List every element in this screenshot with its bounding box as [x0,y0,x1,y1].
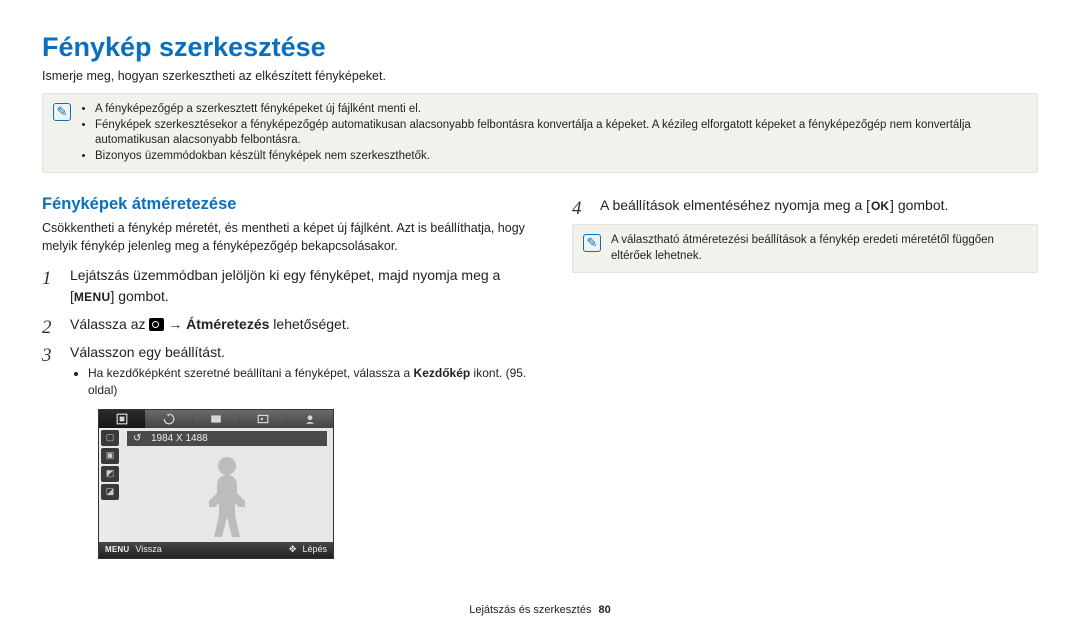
camera-tab-resize [99,410,145,428]
camera-footer: MENU Vissza ✥ Lépés [99,542,333,558]
top-note-item: Fényképek szerkesztésekor a fényképezőgé… [95,118,1027,149]
camera-top-tabs [99,410,333,428]
camera-tab-face [287,410,333,428]
person-silhouette-icon [197,452,257,542]
right-note-content: A választható átméretezési beállítások a… [611,233,1027,264]
step2-text-b: lehetőséget. [269,316,349,332]
side-icon-3: ◩ [101,466,119,482]
camera-canvas: 1984 X 1488 [121,428,333,542]
top-note-box: ✎ A fényképezőgép a szerkesztett fénykép… [42,93,1038,173]
top-note-item: A fényképezőgép a szerkesztett fényképek… [95,102,1027,118]
note-icon: ✎ [583,234,601,252]
step-3: Válasszon egy beállítást. Ha kezdőképkén… [42,342,532,559]
section-desc: Csökkentheti a fénykép méretét, és menth… [42,220,532,255]
side-icon-2: ▣ [101,448,119,464]
footer-section: Lejátszás és szerkesztés [469,604,591,616]
ok-glyph: OK [870,199,890,213]
step-2: Válassza az → Átméretezés lehetőséget. [42,314,532,335]
camera-tab-adjust [240,410,286,428]
camera-preview: ▢ ▣ ◩ ◪ 1984 X 1488 MENU [98,409,334,559]
footer-page-number: 80 [599,604,611,616]
step3-sub-bold: Kezdőkép [414,366,471,380]
resolution-bar: 1984 X 1488 [127,431,327,446]
section-heading-resize: Fényképek átméretezése [42,195,532,214]
step1-text-b: ] gombot. [110,288,168,304]
step3-sub-a: Ha kezdőképként szeretné beállítani a fé… [88,366,414,380]
step3-text: Válasszon egy beállítást. [70,344,225,360]
camera-tab-style [193,410,239,428]
page-footer: Lejátszás és szerkesztés 80 [0,604,1080,616]
side-icon-1: ▢ [101,430,119,446]
page-title: Fénykép szerkesztése [42,32,1038,63]
top-note-content: A fényképezőgép a szerkesztett fényképek… [81,102,1027,164]
top-note-item: Bizonyos üzemmódokban készült fényképek … [95,149,1027,165]
step4-text-a: A beállítások elmentéséhez nyomja meg a … [600,197,870,213]
camera-tab-rotate [146,410,192,428]
step2-text-a: Válassza az [70,316,149,332]
menu-glyph: MENU [74,290,111,304]
intro-text: Ismerje meg, hogyan szerkesztheti az elk… [42,69,1038,83]
camera-side-icons: ▢ ▣ ◩ ◪ [99,428,121,542]
camera-footer-back: Vissza [135,543,161,557]
right-note-box: ✎ A választható átméretezési beállítások… [572,224,1038,273]
step4-text-b: ] gombot. [890,197,948,213]
step2-bold: Átméretezés [186,316,269,332]
camera-footer-menu-label: MENU [105,544,129,556]
step-4: A beállítások elmentéséhez nyomja meg a … [572,195,1038,216]
step-1: Lejátszás üzemmódban jelöljön ki egy fén… [42,265,532,307]
side-icon-4: ◪ [101,484,119,500]
nav-diamond-icon: ✥ [289,543,297,557]
note-icon: ✎ [53,103,71,121]
step3-sub: Ha kezdőképként szeretné beállítani a fé… [88,365,532,399]
edit-tool-icon [149,318,164,331]
step2-arrow: → [164,316,186,332]
camera-footer-step: Lépés [302,543,327,557]
